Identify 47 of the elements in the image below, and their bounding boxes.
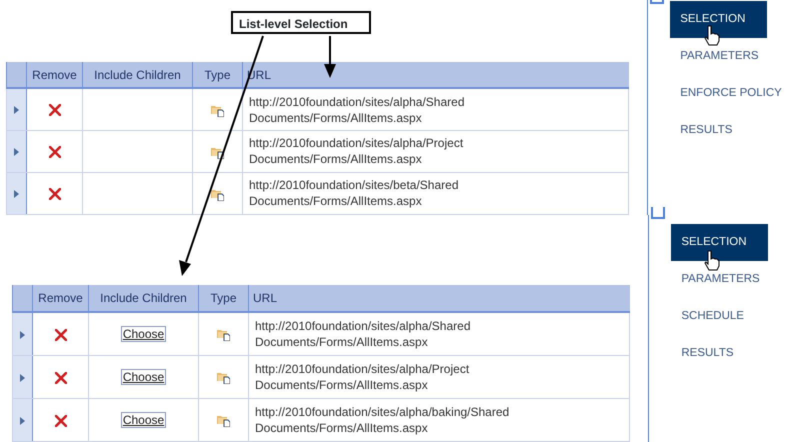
folder-icon xyxy=(211,188,224,201)
row-arrow-icon xyxy=(20,416,25,425)
column-header: Include Children xyxy=(82,62,192,88)
folder-icon xyxy=(217,328,230,342)
url-text: http://2010foundation/sites/alpha/Shared Documents/Forms/AllItems.aspx xyxy=(249,94,464,125)
row-arrow-icon xyxy=(14,106,19,114)
remove-icon[interactable] xyxy=(48,104,60,116)
row-arrow-icon xyxy=(20,374,25,382)
remove-icon[interactable] xyxy=(48,146,60,158)
nav-item[interactable]: PARAMETERS xyxy=(670,38,768,75)
url-text: http://2010foundation/sites/beta/Shared Documents/Forms/AllItems.aspx xyxy=(249,178,458,208)
callout-label: List-level Selection xyxy=(231,11,371,34)
folder-icon xyxy=(217,414,230,428)
remove-icon[interactable] xyxy=(54,328,66,341)
row-arrow-icon xyxy=(20,330,25,339)
row-arrow-icon xyxy=(14,148,19,156)
nav-item[interactable]: SCHEDULE xyxy=(671,298,768,335)
column-header: Type xyxy=(192,62,242,88)
remove-icon[interactable] xyxy=(54,414,66,427)
url-text: http://2010foundation/sites/alpha/Project Documents/Forms/AllItems.aspx xyxy=(249,136,464,166)
nav-item[interactable]: RESULTS xyxy=(670,112,768,149)
nav-item[interactable]: SELECTION xyxy=(671,224,768,261)
choose-button[interactable]: Choose xyxy=(120,412,166,428)
checkbox-icon xyxy=(651,207,666,219)
row-arrow-icon xyxy=(14,190,19,198)
column-header: URL xyxy=(248,285,630,312)
column-header: Remove xyxy=(32,285,88,312)
folder-icon xyxy=(211,104,224,117)
url-text: http://2010foundation/sites/alpha/Project Documents/Forms/AllItems.aspx xyxy=(255,362,470,392)
choose-button[interactable]: Choose xyxy=(120,326,166,342)
remove-icon[interactable] xyxy=(48,188,60,200)
nav-item[interactable]: SELECTION xyxy=(670,1,768,38)
nav-item[interactable]: PARAMETERS xyxy=(671,261,768,298)
folder-icon xyxy=(211,146,224,159)
remove-icon[interactable] xyxy=(54,372,66,384)
column-header: Type xyxy=(198,285,248,312)
column-header: Remove xyxy=(26,62,82,88)
cursor-icon xyxy=(704,250,720,270)
arrow xyxy=(324,36,336,78)
cursor-icon xyxy=(704,26,720,46)
nav-item[interactable]: RESULTS xyxy=(671,335,768,372)
url-text: http://2010foundation/sites/alpha/baking/Shared Documents/Forms/AllItems.aspx xyxy=(255,404,510,435)
column-header: Include Children xyxy=(88,285,198,312)
url-text: http://2010foundation/sites/alpha/Shared Documents/Forms/AllItems.aspx xyxy=(255,318,470,349)
folder-icon xyxy=(217,371,230,384)
nav-item[interactable]: ENFORCE POLICY xyxy=(670,75,790,112)
choose-button[interactable]: Choose xyxy=(120,368,166,385)
